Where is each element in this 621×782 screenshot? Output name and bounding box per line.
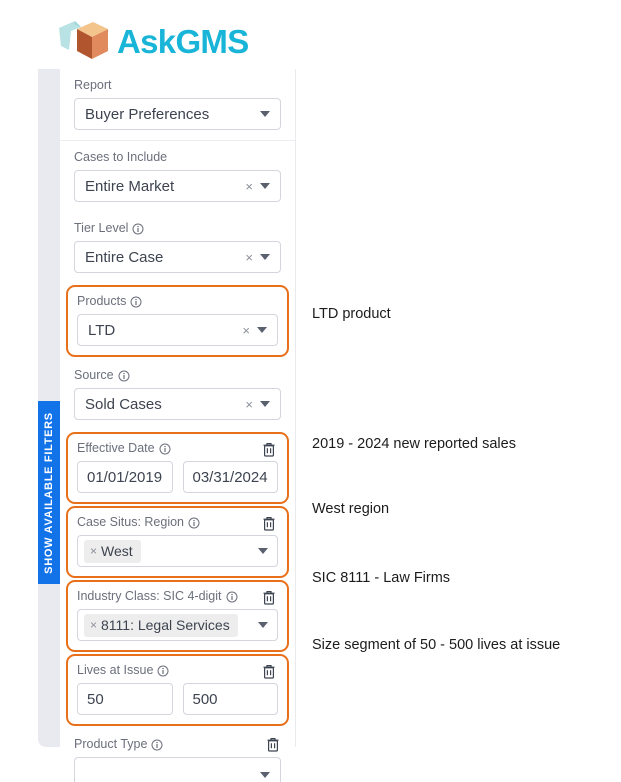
cases-to-include-select[interactable]: Entire Market × <box>74 170 281 202</box>
info-circle-icon[interactable] <box>151 739 163 751</box>
cube-logo-icon <box>59 21 108 59</box>
chevron-down-icon[interactable] <box>258 548 268 554</box>
annotation-date-range: 2019 - 2024 new reported sales <box>312 436 516 452</box>
source-select[interactable]: Sold Cases × <box>74 388 281 420</box>
clear-x-icon[interactable]: × <box>245 398 253 411</box>
chevron-down-icon[interactable] <box>260 183 270 189</box>
trash-icon[interactable] <box>261 441 277 458</box>
filter-product-type: Product Type <box>60 728 295 782</box>
show-available-filters-tab[interactable]: SHOW AVAILABLE FILTERS <box>38 401 60 584</box>
left-rail: SHOW AVAILABLE FILTERS <box>38 69 60 747</box>
info-circle-icon[interactable] <box>188 517 200 529</box>
trash-icon[interactable] <box>261 663 277 680</box>
filter-industry-class-sic: Industry Class: SIC 4-digit × 8111: Lega… <box>66 580 289 652</box>
filter-cases-to-include-label: Cases to Include <box>74 150 168 164</box>
info-circle-icon[interactable] <box>118 370 130 382</box>
chip-remove-icon[interactable]: × <box>90 618 97 632</box>
filter-tier-level: Tier Level Entire Case × <box>60 212 295 283</box>
filters-panel: SHOW AVAILABLE FILTERS Report Buyer Pref… <box>38 69 296 782</box>
filter-products: Products LTD × <box>66 285 289 357</box>
filter-effective-date: Effective Date 01/01/2019 03/31/2024 <box>66 432 289 504</box>
filter-industry-class-sic-label: Industry Class: SIC 4-digit <box>77 589 278 604</box>
industry-class-sic-select[interactable]: × 8111: Legal Services <box>77 609 278 641</box>
app-logo: AskGMS <box>55 16 249 66</box>
filter-source: Source Sold Cases × <box>60 359 295 430</box>
info-circle-icon[interactable] <box>132 223 144 235</box>
info-circle-icon[interactable] <box>157 665 169 677</box>
annotation-ltd-product: LTD product <box>312 306 391 322</box>
filter-report-label: Report <box>74 78 112 92</box>
products-select[interactable]: LTD × <box>77 314 278 346</box>
info-circle-icon[interactable] <box>159 443 171 455</box>
filter-product-type-label: Product Type <box>74 737 281 752</box>
filters-form: Report Buyer Preferences Cases to Includ… <box>60 69 296 782</box>
annotation-west-region: West region <box>312 501 390 517</box>
annotation-sic-law-firms: SIC 8111 - Law Firms <box>312 570 451 586</box>
report-select[interactable]: Buyer Preferences <box>74 98 281 130</box>
filter-report: Report Buyer Preferences <box>60 69 295 141</box>
chip-sic-8111[interactable]: × 8111: Legal Services <box>84 613 238 637</box>
chevron-down-icon[interactable] <box>257 327 267 333</box>
chevron-down-icon[interactable] <box>260 111 270 117</box>
filter-source-label: Source <box>74 368 281 383</box>
source-value: Sold Cases <box>85 395 162 413</box>
filter-case-situs-region: Case Situs: Region × West <box>66 506 289 578</box>
info-circle-icon[interactable] <box>130 296 142 308</box>
trash-icon[interactable] <box>261 589 277 606</box>
show-available-filters-label: SHOW AVAILABLE FILTERS <box>43 411 55 574</box>
chevron-down-icon[interactable] <box>260 401 270 407</box>
lives-at-issue-max-input[interactable]: 500 <box>182 683 278 715</box>
chevron-down-icon[interactable] <box>260 254 270 260</box>
effective-date-to-input[interactable]: 03/31/2024 <box>182 461 278 493</box>
info-circle-icon[interactable] <box>226 591 238 603</box>
chevron-down-icon[interactable] <box>260 772 270 778</box>
effective-date-from-input[interactable]: 01/01/2019 <box>77 461 173 493</box>
clear-x-icon[interactable]: × <box>245 180 253 193</box>
brand-name: AskGMS <box>117 22 249 60</box>
trash-icon[interactable] <box>261 515 277 532</box>
chip-west[interactable]: × West <box>84 539 141 563</box>
filter-cases-to-include: Cases to Include Entire Market × <box>60 141 295 212</box>
app-screenshot: AskGMS SHOW AVAILABLE FILTERS Report Buy… <box>0 0 621 782</box>
tier-level-value: Entire Case <box>85 248 164 266</box>
chevron-down-icon[interactable] <box>258 622 268 628</box>
lives-at-issue-min-input[interactable]: 50 <box>77 683 173 715</box>
filter-lives-at-issue-label: Lives at Issue <box>77 663 278 678</box>
case-situs-region-select[interactable]: × West <box>77 535 278 567</box>
annotation-size-segment: Size segment of 50 - 500 lives at issue <box>312 637 561 653</box>
report-value: Buyer Preferences <box>85 105 210 123</box>
cases-to-include-value: Entire Market <box>85 177 175 195</box>
filter-products-label: Products <box>77 294 278 309</box>
filter-tier-level-label: Tier Level <box>74 221 281 236</box>
filter-effective-date-label: Effective Date <box>77 441 278 456</box>
clear-x-icon[interactable]: × <box>245 251 253 264</box>
filter-case-situs-region-label: Case Situs: Region <box>77 515 278 530</box>
tier-level-select[interactable]: Entire Case × <box>74 241 281 273</box>
chip-remove-icon[interactable]: × <box>90 544 97 558</box>
trash-icon[interactable] <box>265 736 281 753</box>
clear-x-icon[interactable]: × <box>242 324 250 337</box>
products-value: LTD <box>88 321 116 339</box>
chip-label: 8111: Legal Services <box>101 616 230 633</box>
product-type-select[interactable] <box>74 757 281 782</box>
filter-lives-at-issue: Lives at Issue 50 500 <box>66 654 289 726</box>
chip-label: West <box>101 542 133 559</box>
